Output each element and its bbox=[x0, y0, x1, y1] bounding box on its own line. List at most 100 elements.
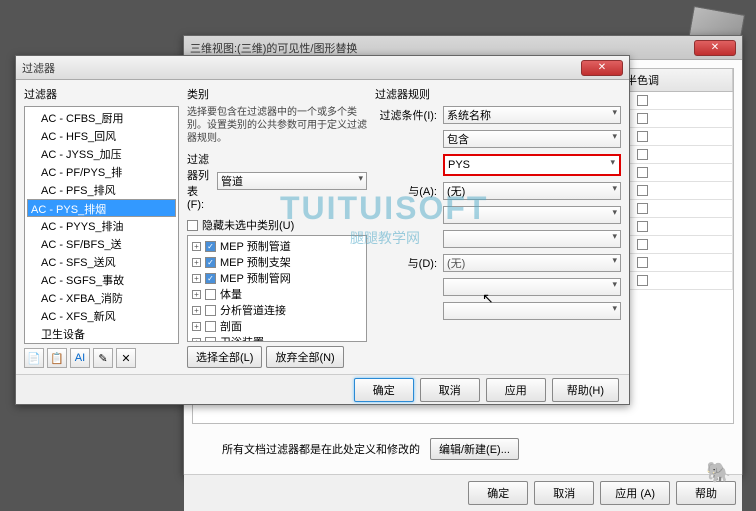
logo-icon: 🐘 bbox=[706, 460, 731, 485]
and2-value-input bbox=[443, 302, 621, 320]
select-all-button[interactable]: 选择全部(L) bbox=[187, 346, 262, 368]
filter-item[interactable]: 家用冷水 bbox=[27, 343, 176, 344]
category-label: MEP 预制管道 bbox=[220, 238, 291, 254]
halftone-checkbox[interactable] bbox=[637, 95, 648, 106]
halftone-checkbox[interactable] bbox=[637, 257, 648, 268]
halftone-checkbox[interactable] bbox=[637, 185, 648, 196]
note-row: 所有文档过滤器都是在此处定义和修改的 编辑/新建(E)... bbox=[192, 432, 734, 466]
category-item[interactable]: + ✓ MEP 预制管网 bbox=[190, 270, 364, 286]
filter-dialog: 过滤器 ✕ 过滤器 AC - CFBS_厨用AC - HFS_回风AC - JY… bbox=[15, 55, 630, 405]
and2-label: 与(D): bbox=[375, 255, 437, 271]
category-checkbox[interactable]: ✓ bbox=[205, 273, 216, 284]
apply-button[interactable]: 应用 (A) bbox=[600, 481, 670, 505]
filter-item[interactable]: AC - XFS_新风 bbox=[27, 307, 176, 325]
filter-item[interactable]: AC - PYS_排烟 bbox=[27, 199, 176, 217]
category-item[interactable]: + 体量 bbox=[190, 286, 364, 302]
filter-item[interactable]: AC - XFBA_消防 bbox=[27, 289, 176, 307]
expand-icon[interactable]: + bbox=[192, 242, 201, 251]
condition-label: 过滤条件(I): bbox=[375, 107, 437, 123]
category-checkbox[interactable]: ✓ bbox=[205, 241, 216, 252]
halftone-checkbox[interactable] bbox=[637, 149, 648, 160]
category-item[interactable]: + ✓ MEP 预制支架 bbox=[190, 254, 364, 270]
close-icon[interactable]: ✕ bbox=[581, 60, 623, 76]
filter-tree[interactable]: AC - CFBS_厨用AC - HFS_回风AC - JYSS_加压AC - … bbox=[24, 106, 179, 344]
filter-item[interactable]: 卫生设备 bbox=[27, 325, 176, 343]
edit-new-button[interactable]: 编辑/新建(E)... bbox=[430, 438, 519, 460]
category-checkbox[interactable]: ✓ bbox=[205, 257, 216, 268]
halftone-checkbox[interactable] bbox=[637, 131, 648, 142]
cancel-button[interactable]: 取消 bbox=[534, 481, 594, 505]
close-icon[interactable]: ✕ bbox=[694, 40, 736, 56]
halftone-checkbox[interactable] bbox=[637, 113, 648, 124]
new-filter-icon[interactable]: 📄 bbox=[24, 348, 44, 368]
hide-unchecked-checkbox[interactable] bbox=[187, 220, 198, 231]
category-label: 类别 bbox=[187, 86, 367, 102]
window-title: 三维视图:(三维)的可见性/图形替换 bbox=[190, 40, 694, 56]
filter-toolbar: 📄 📋 AI ✎ ✕ bbox=[24, 348, 179, 368]
and2-op-select bbox=[443, 278, 621, 296]
filter-item[interactable]: AC - SGFS_事故 bbox=[27, 271, 176, 289]
expand-icon[interactable]: + bbox=[192, 306, 201, 315]
filter-item[interactable]: AC - PF/PYS_排 bbox=[27, 163, 176, 181]
ok-button[interactable]: 确定 bbox=[468, 481, 528, 505]
copy-filter-icon[interactable]: 📋 bbox=[47, 348, 67, 368]
category-label: MEP 预制支架 bbox=[220, 254, 291, 270]
filter-item[interactable]: AC - PYYS_排油 bbox=[27, 217, 176, 235]
filterlist-select[interactable] bbox=[217, 172, 367, 190]
halftone-checkbox[interactable] bbox=[637, 239, 648, 250]
expand-icon[interactable]: + bbox=[192, 274, 201, 283]
filter-item[interactable]: AC - HFS_回风 bbox=[27, 127, 176, 145]
category-label: 卫浴装置 bbox=[220, 334, 264, 342]
dialog-title: 过滤器 bbox=[22, 60, 581, 76]
condition-op-select[interactable] bbox=[443, 130, 621, 148]
deselect-all-button[interactable]: 放弃全部(N) bbox=[266, 346, 343, 368]
filter-item[interactable]: AC - JYSS_加压 bbox=[27, 145, 176, 163]
condition-param-select[interactable] bbox=[443, 106, 621, 124]
hide-unchecked-label: 隐藏未选中类别(U) bbox=[202, 217, 294, 233]
expand-icon[interactable]: + bbox=[192, 322, 201, 331]
halftone-checkbox[interactable] bbox=[637, 167, 648, 178]
titlebar-front[interactable]: 过滤器 ✕ bbox=[16, 56, 629, 80]
expand-icon[interactable]: + bbox=[192, 290, 201, 299]
and2-param-select bbox=[443, 254, 621, 272]
expand-icon[interactable]: + bbox=[192, 338, 201, 343]
apply-button[interactable]: 应用 bbox=[486, 378, 546, 402]
filter-item[interactable]: AC - CFBS_厨用 bbox=[27, 109, 176, 127]
ok-button[interactable]: 确定 bbox=[354, 378, 414, 402]
note-text: 所有文档过滤器都是在此处定义和修改的 bbox=[222, 441, 420, 457]
filters-label: 过滤器 bbox=[24, 86, 179, 102]
category-checkbox[interactable] bbox=[205, 321, 216, 332]
and-op-select bbox=[443, 206, 621, 224]
condition-value-input[interactable] bbox=[445, 156, 619, 174]
ai-icon[interactable]: AI bbox=[70, 348, 90, 368]
and-value-input bbox=[443, 230, 621, 248]
halftone-checkbox[interactable] bbox=[637, 275, 648, 286]
category-label: 剖面 bbox=[220, 318, 242, 334]
halftone-checkbox[interactable] bbox=[637, 221, 648, 232]
category-checkbox[interactable] bbox=[205, 305, 216, 316]
filter-item[interactable]: AC - PFS_排风 bbox=[27, 181, 176, 199]
filter-item[interactable]: AC - SFS_送风 bbox=[27, 253, 176, 271]
delete-icon[interactable]: ✕ bbox=[116, 348, 136, 368]
category-item[interactable]: + ✓ MEP 预制管道 bbox=[190, 238, 364, 254]
halftone-checkbox[interactable] bbox=[637, 203, 648, 214]
category-label: MEP 预制管网 bbox=[220, 270, 291, 286]
cancel-button[interactable]: 取消 bbox=[420, 378, 480, 402]
category-desc: 选择要包含在过滤器中的一个或多个类别。设置类别的公共参数可用于定义过滤器规则。 bbox=[187, 106, 367, 145]
category-checkbox[interactable] bbox=[205, 289, 216, 300]
category-label: 体量 bbox=[220, 286, 242, 302]
help-button[interactable]: 帮助(H) bbox=[552, 378, 619, 402]
and-label: 与(A): bbox=[375, 183, 437, 199]
category-item[interactable]: + 分析管道连接 bbox=[190, 302, 364, 318]
category-checkbox[interactable] bbox=[205, 337, 216, 343]
category-label: 分析管道连接 bbox=[220, 302, 286, 318]
category-list[interactable]: + ✓ MEP 预制管道 + ✓ MEP 预制支架 + ✓ MEP 预制管网 + 体量 + 分析管道连接… bbox=[187, 235, 367, 342]
expand-icon[interactable]: + bbox=[192, 258, 201, 267]
category-item[interactable]: + 剖面 bbox=[190, 318, 364, 334]
rules-label: 过滤器规则 bbox=[375, 86, 621, 102]
rename-icon[interactable]: ✎ bbox=[93, 348, 113, 368]
category-item[interactable]: + 卫浴装置 bbox=[190, 334, 364, 342]
filterlist-label: 过滤器列表(F): bbox=[187, 151, 213, 211]
filter-item[interactable]: AC - SF/BFS_送 bbox=[27, 235, 176, 253]
and-param-select[interactable] bbox=[443, 182, 621, 200]
